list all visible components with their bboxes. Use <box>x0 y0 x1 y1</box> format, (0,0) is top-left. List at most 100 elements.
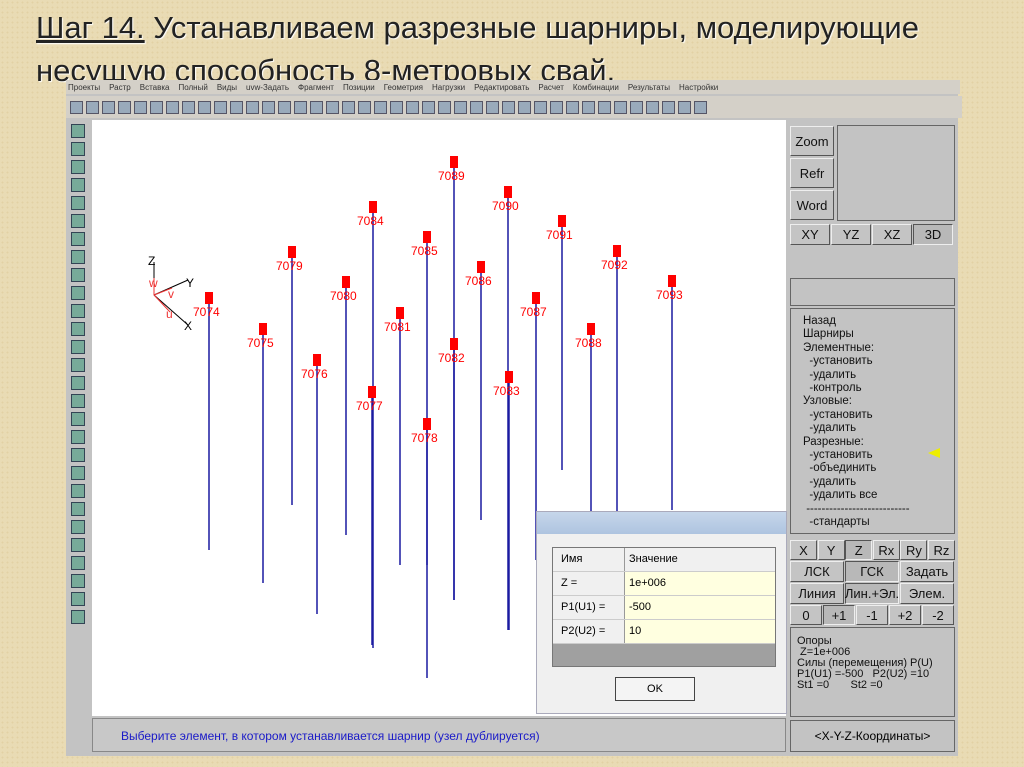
hinge-node[interactable] <box>259 323 267 335</box>
tool-icon[interactable] <box>71 610 85 624</box>
toolbar-button-icon[interactable] <box>534 100 547 114</box>
tool-icon[interactable] <box>71 304 85 318</box>
menu-item[interactable]: uvw-Задать <box>246 83 289 92</box>
toolbar-button-icon[interactable] <box>102 100 115 114</box>
toolbar-button-icon[interactable] <box>150 100 163 114</box>
hinge-node[interactable] <box>505 371 513 383</box>
toolbar-button-icon[interactable] <box>166 100 179 114</box>
hinge-node[interactable] <box>288 246 296 258</box>
menu-item[interactable]: Проекты <box>68 83 100 92</box>
tree-item[interactable]: -объединить <box>803 462 942 475</box>
refresh-button[interactable]: Refr <box>790 158 834 188</box>
tool-icon[interactable] <box>71 250 85 264</box>
dof-z-button[interactable]: Z <box>845 540 873 560</box>
toolbar-button-icon[interactable] <box>598 100 611 114</box>
hinge-node[interactable] <box>532 292 540 304</box>
mode-button[interactable]: Лин.+Эл. <box>845 583 899 604</box>
cs-button[interactable]: Задать <box>900 561 954 582</box>
toolbar-button-icon[interactable] <box>262 100 275 114</box>
step-button[interactable]: +2 <box>889 605 921 625</box>
tool-icon[interactable] <box>71 322 85 336</box>
tool-icon[interactable] <box>71 358 85 372</box>
menu-item[interactable]: Позиции <box>343 83 375 92</box>
tool-icon[interactable] <box>71 592 85 606</box>
toolbar-button-icon[interactable] <box>246 100 259 114</box>
mode-button[interactable]: Линия <box>790 583 844 604</box>
view-xy-button[interactable]: XY <box>790 224 830 245</box>
menu-item[interactable]: Редактировать <box>474 83 529 92</box>
tool-icon[interactable] <box>71 538 85 552</box>
toolbar-button-icon[interactable] <box>502 100 515 114</box>
toolbar-button-icon[interactable] <box>214 100 227 114</box>
hinge-node[interactable] <box>504 186 512 198</box>
tree-item[interactable]: Шарниры <box>803 328 942 341</box>
tool-icon[interactable] <box>71 142 85 156</box>
toolbar-button-icon[interactable] <box>118 100 131 114</box>
ok-button[interactable]: OK <box>615 677 695 701</box>
hinge-node[interactable] <box>368 386 376 398</box>
tree-item[interactable]: -стандарты <box>803 516 942 529</box>
toolbar-button-icon[interactable] <box>678 100 691 114</box>
toolbar-button-icon[interactable] <box>374 100 387 114</box>
toolbar-button-icon[interactable] <box>454 100 467 114</box>
toolbar-button-icon[interactable] <box>614 100 627 114</box>
hinge-node[interactable] <box>613 245 621 257</box>
step-button[interactable]: -2 <box>922 605 954 625</box>
toolbar-button-icon[interactable] <box>694 100 707 114</box>
toolbar-button-icon[interactable] <box>486 100 499 114</box>
tool-icon[interactable] <box>71 376 85 390</box>
toolbar-button-icon[interactable] <box>582 100 595 114</box>
toolbar-button-icon[interactable] <box>630 100 643 114</box>
tree-item[interactable]: -удалить <box>803 369 942 382</box>
menu-item[interactable]: Геометрия <box>384 83 423 92</box>
toolbar-button-icon[interactable] <box>470 100 483 114</box>
menu-item[interactable]: Виды <box>217 83 237 92</box>
hinge-node[interactable] <box>396 307 404 319</box>
step-button[interactable]: 0 <box>790 605 822 625</box>
zoom-button[interactable]: Zoom <box>790 126 834 156</box>
toolbar-button-icon[interactable] <box>566 100 579 114</box>
dof-rz-button[interactable]: Rz <box>928 540 955 560</box>
menu-item[interactable]: Полный <box>178 83 207 92</box>
tool-icon[interactable] <box>71 556 85 570</box>
hinge-node[interactable] <box>477 261 485 273</box>
tree-item[interactable]: -удалить <box>803 476 942 489</box>
menu-item[interactable]: Расчет <box>538 83 563 92</box>
tree-item[interactable]: Назад <box>803 315 942 328</box>
p1-value-field[interactable]: -500 <box>625 596 775 619</box>
tree-item[interactable]: Разрезные: <box>803 436 942 449</box>
toolbar-button-icon[interactable] <box>86 100 99 114</box>
menu-item[interactable]: Вставка <box>140 83 170 92</box>
dof-rx-button[interactable]: Rx <box>872 540 900 560</box>
tree-item[interactable]: -удалить все <box>803 489 942 502</box>
z-value-field[interactable]: 1e+006 <box>625 572 775 595</box>
toolbar-button-icon[interactable] <box>198 100 211 114</box>
hinge-node[interactable] <box>369 201 377 213</box>
toolbar-button-icon[interactable] <box>230 100 243 114</box>
tool-icon[interactable] <box>71 214 85 228</box>
view-3d-button[interactable]: 3D <box>913 224 953 245</box>
tool-icon[interactable] <box>71 430 85 444</box>
step-button[interactable]: -1 <box>856 605 888 625</box>
tool-icon[interactable] <box>71 484 85 498</box>
hinge-node[interactable] <box>342 276 350 288</box>
hinge-node[interactable] <box>423 231 431 243</box>
tool-icon[interactable] <box>71 574 85 588</box>
tree-item[interactable]: -удалить <box>803 422 942 435</box>
cs-button[interactable]: ГСК <box>845 561 899 582</box>
cs-button[interactable]: ЛСК <box>790 561 844 582</box>
tree-item[interactable]: -контроль <box>803 382 942 395</box>
mode-button[interactable]: Элем. <box>900 583 954 604</box>
view-xz-button[interactable]: XZ <box>872 224 912 245</box>
hinge-node[interactable] <box>668 275 676 287</box>
tree-item[interactable]: -установить <box>803 355 942 368</box>
p2-value-field[interactable]: 10 <box>625 620 775 643</box>
tool-icon[interactable] <box>71 520 85 534</box>
hinge-node[interactable] <box>450 338 458 350</box>
tool-icon[interactable] <box>71 466 85 480</box>
dof-ry-button[interactable]: Ry <box>900 540 928 560</box>
tool-icon[interactable] <box>71 232 85 246</box>
tool-icon[interactable] <box>71 286 85 300</box>
tool-icon[interactable] <box>71 196 85 210</box>
toolbar-button-icon[interactable] <box>70 100 83 114</box>
